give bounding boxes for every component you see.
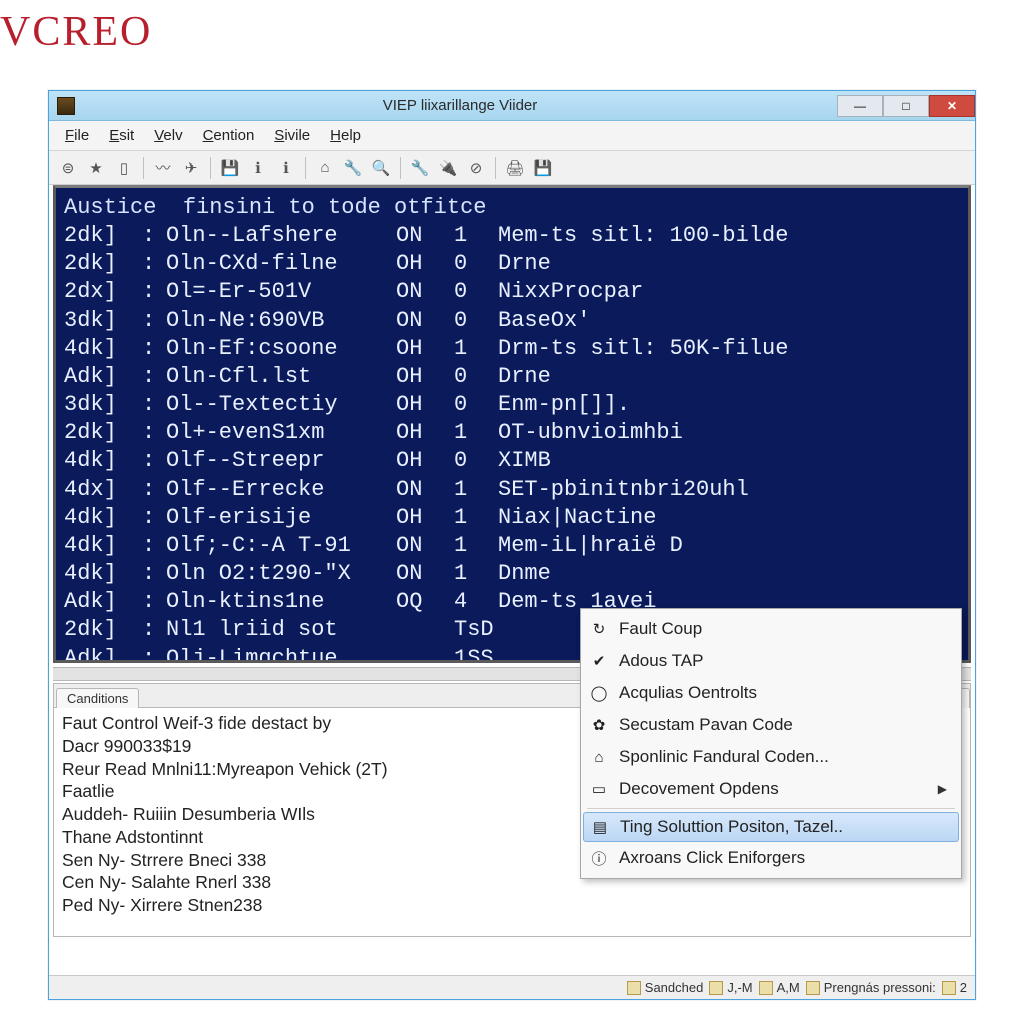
tab-canditions[interactable]: Canditions bbox=[56, 688, 139, 708]
terminal-row: 4dk]:Olf--StreeprOH0XIMB bbox=[64, 447, 960, 475]
menu-help[interactable]: Help bbox=[322, 125, 369, 146]
toolbar-separator bbox=[400, 157, 401, 179]
status-text: Sandched bbox=[645, 980, 704, 995]
ctxmenu-item-0[interactable]: ↻ Fault Coup bbox=[583, 613, 959, 645]
toolbar-button-5[interactable]: 💾 bbox=[217, 155, 243, 181]
toolbar-separator bbox=[495, 157, 496, 179]
window-title: VIEP liixarillange Viider bbox=[83, 97, 837, 114]
terminal-row: 3dk]:Ol--TextectiyOH0Enm-pn[]]. bbox=[64, 391, 960, 419]
terminal-row: 4dk]:Oln-Ef:csooneOH1Drm-ts sitl: 50K-fi… bbox=[64, 335, 960, 363]
minimize-button[interactable] bbox=[837, 95, 883, 117]
ctxmenu-icon: ▤ bbox=[590, 817, 610, 837]
panel-line: Ped Ny- Xirrere Stnen238 bbox=[62, 894, 962, 917]
ctxmenu-icon: ⌂ bbox=[589, 747, 609, 767]
toolbar-button-3[interactable]: 〰 bbox=[150, 155, 176, 181]
ctxmenu-item-6[interactable]: ▤ Ting Soluttion Positon, Tazel.. bbox=[583, 812, 959, 842]
menu-file[interactable]: File bbox=[57, 125, 97, 146]
toolbar-button-1[interactable]: ★ bbox=[83, 155, 109, 181]
maximize-button[interactable] bbox=[883, 95, 929, 117]
terminal-row: 4dk]:Oln O2:t290-"XON1Dnme bbox=[64, 560, 960, 588]
ctxmenu-item-1[interactable]: ✔ Adous TAP bbox=[583, 645, 959, 677]
terminal-row: 4dk]:Olf-erisijeOH1Niax|Nactine bbox=[64, 504, 960, 532]
terminal-row: 2dk]:Oln--LafshereON1Mem-ts sitl: 100-bi… bbox=[64, 222, 960, 250]
status-text: 2 bbox=[960, 980, 967, 995]
terminal-output: Austice finsini to tode otfitce2dk]:Oln-… bbox=[56, 188, 968, 660]
toolbar-button-7[interactable]: ℹ bbox=[273, 155, 299, 181]
close-button[interactable] bbox=[929, 95, 975, 117]
brand-logo: VCREO bbox=[0, 8, 152, 56]
toolbar-button-9[interactable]: 🔧 bbox=[340, 155, 366, 181]
ctxmenu-label: Decovement Opdens bbox=[619, 779, 928, 799]
terminal-row: 2dk]:Ol+-evenS1xmOH1OT-ubnvioimhbi bbox=[64, 419, 960, 447]
status-cell-4: 2 bbox=[942, 980, 967, 995]
terminal-row: 4dx]:Olf--ErreckeON1SET-pbinitnbri20uhl bbox=[64, 476, 960, 504]
status-cell-3: Prengnás pressoni: bbox=[806, 980, 936, 995]
menu-sivile[interactable]: Sivile bbox=[266, 125, 318, 146]
terminal-row: 4dk]:Olf;-C:-A T-91ON1Mem-iL|hraië D bbox=[64, 532, 960, 560]
toolbar-button-10[interactable]: 🔍 bbox=[368, 155, 394, 181]
toolbar-button-15[interactable]: 💾 bbox=[530, 155, 556, 181]
toolbar-button-4[interactable]: ✈ bbox=[178, 155, 204, 181]
toolbar-button-14[interactable]: 🖨 bbox=[502, 155, 528, 181]
titlebar: VIEP liixarillange Viider bbox=[49, 91, 975, 121]
ctxmenu-label: Sponlinic Fandural Coden... bbox=[619, 747, 947, 767]
ctxmenu-label: Axroans Click Eniforgers bbox=[619, 848, 947, 868]
window-controls bbox=[837, 95, 975, 117]
ctxmenu-label: Adous TAP bbox=[619, 651, 947, 671]
status-icon bbox=[759, 981, 773, 995]
terminal-row: 3dk]:Oln-Ne:690VBON0BaseOx' bbox=[64, 307, 960, 335]
status-icon bbox=[627, 981, 641, 995]
status-cell-2: A,M bbox=[759, 980, 800, 995]
ctxmenu-icon: ⓘ bbox=[589, 848, 609, 868]
status-icon bbox=[942, 981, 956, 995]
ctxmenu-item-4[interactable]: ⌂ Sponlinic Fandural Coden... bbox=[583, 741, 959, 773]
menu-velv[interactable]: Velv bbox=[146, 125, 190, 146]
toolbar-separator bbox=[210, 157, 211, 179]
toolbar-button-2[interactable]: ▯ bbox=[111, 155, 137, 181]
ctxmenu-label: Secustam Pavan Code bbox=[619, 715, 947, 735]
status-text: A,M bbox=[777, 980, 800, 995]
ctxmenu-icon: ✿ bbox=[589, 715, 609, 735]
terminal-header: Austice finsini to tode otfitce bbox=[64, 194, 960, 222]
ctxmenu-icon: ◯ bbox=[589, 683, 609, 703]
status-icon bbox=[709, 981, 723, 995]
ctxmenu-label: Fault Coup bbox=[619, 619, 947, 639]
toolbar-button-11[interactable]: 🔧 bbox=[407, 155, 433, 181]
toolbar-button-6[interactable]: ℹ bbox=[245, 155, 271, 181]
toolbar-separator bbox=[305, 157, 306, 179]
ctxmenu-item-2[interactable]: ◯ Acqulias Oentrolts bbox=[583, 677, 959, 709]
ctxmenu-item-5[interactable]: ▭ Decovement Opdens ▶ bbox=[583, 773, 959, 805]
menu-esit[interactable]: Esit bbox=[101, 125, 142, 146]
status-text: J,-M bbox=[727, 980, 752, 995]
ctxmenu-icon: ↻ bbox=[589, 619, 609, 639]
ctxmenu-icon: ✔ bbox=[589, 651, 609, 671]
ctxmenu-label: Ting Soluttion Positon, Tazel.. bbox=[620, 817, 946, 837]
status-cell-1: J,-M bbox=[709, 980, 752, 995]
toolbar-button-13[interactable]: ⊘ bbox=[463, 155, 489, 181]
ctxmenu-item-7[interactable]: ⓘ Axroans Click Eniforgers bbox=[583, 842, 959, 874]
menubar: FileEsitVelvCentionSivileHelp bbox=[49, 121, 975, 151]
menu-cention[interactable]: Cention bbox=[195, 125, 263, 146]
toolbar-button-8[interactable]: ⌂ bbox=[312, 155, 338, 181]
toolbar: ⊜★▯〰✈💾ℹℹ⌂🔧🔍🔧🔌⊘🖨💾 bbox=[49, 151, 975, 185]
status-cell-0: Sandched bbox=[627, 980, 704, 995]
status-icon bbox=[806, 981, 820, 995]
statusbar: Sandched J,-M A,M Prengnás pressoni: 2 bbox=[49, 975, 975, 999]
terminal-row: Adk]:Oln-Cfl.lstOH0Drne bbox=[64, 363, 960, 391]
toolbar-button-0[interactable]: ⊜ bbox=[55, 155, 81, 181]
ctxmenu-icon: ▭ bbox=[589, 779, 609, 799]
submenu-arrow-icon: ▶ bbox=[938, 782, 947, 796]
status-text: Prengnás pressoni: bbox=[824, 980, 936, 995]
terminal-row: 2dx]:Ol=-Er-501VON0NixxProcpar bbox=[64, 278, 960, 306]
app-icon bbox=[57, 97, 75, 115]
toolbar-button-12[interactable]: 🔌 bbox=[435, 155, 461, 181]
context-menu: ↻ Fault Coup ✔ Adous TAP ◯ Acqulias Oentrolts… bbox=[580, 608, 962, 879]
terminal-row: 2dk]:Oln-CXd-filneOH0Drne bbox=[64, 250, 960, 278]
ctxmenu-item-3[interactable]: ✿ Secustam Pavan Code bbox=[583, 709, 959, 741]
toolbar-separator bbox=[143, 157, 144, 179]
terminal-frame: Austice finsini to tode otfitce2dk]:Oln-… bbox=[53, 185, 971, 663]
ctxmenu-separator bbox=[587, 808, 955, 809]
ctxmenu-label: Acqulias Oentrolts bbox=[619, 683, 947, 703]
